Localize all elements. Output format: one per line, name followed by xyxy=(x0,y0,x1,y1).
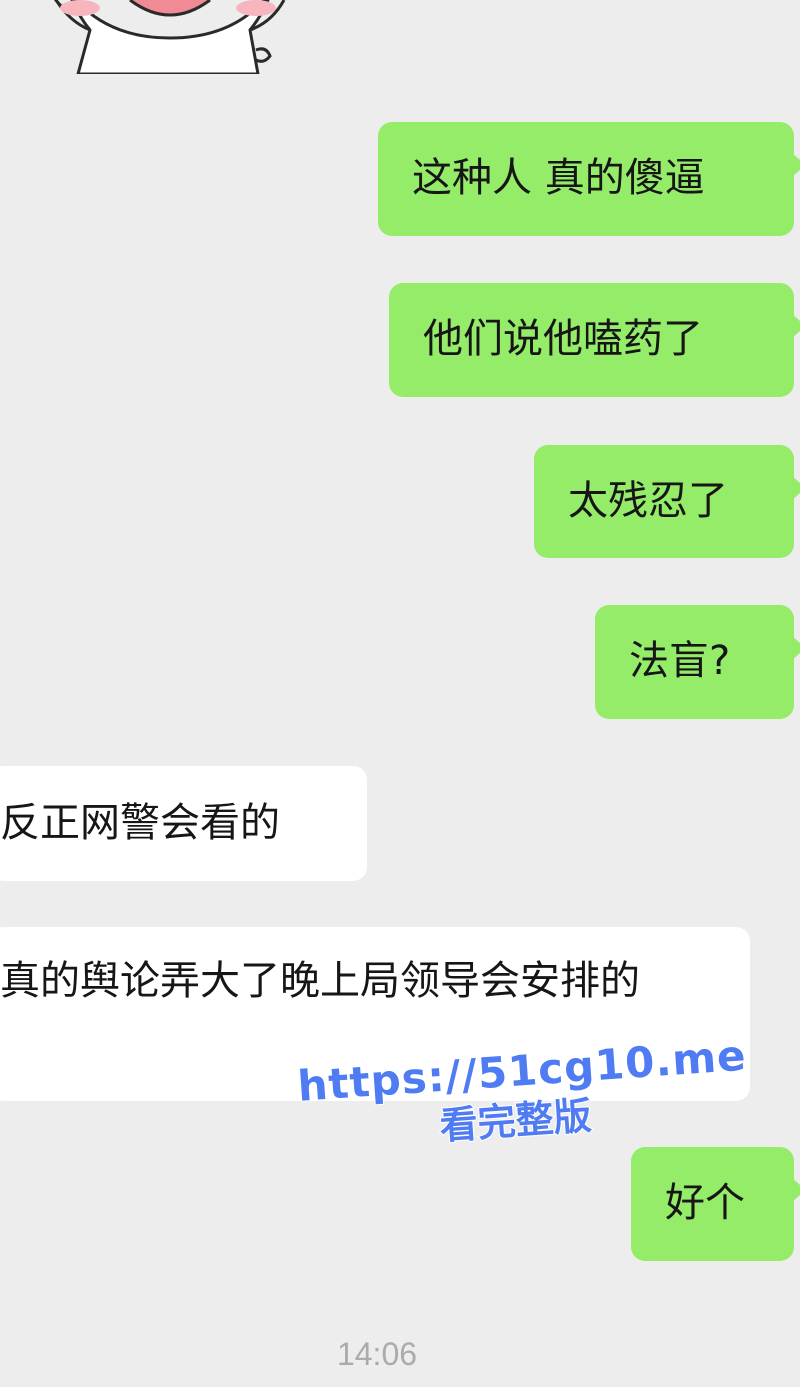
outgoing-message-bubble[interactable]: 他们说他嗑药了 xyxy=(389,283,800,397)
message-text: 好个 xyxy=(665,1180,745,1226)
incoming-message-bubble[interactable]: 反正网警会看的 xyxy=(0,766,367,881)
message-text: 真的舆论弄大了晚上局领导会安排的 xyxy=(0,958,640,1004)
bubble-tail xyxy=(793,477,800,499)
bubble-tail xyxy=(793,1179,800,1201)
bunny-sticker-icon[interactable] xyxy=(50,0,290,76)
message-text: 反正网警会看的 xyxy=(0,800,280,846)
message-text: 他们说他嗑药了 xyxy=(423,316,703,362)
message-text: 这种人 真的傻逼 xyxy=(412,155,705,201)
bubble-tail xyxy=(793,154,800,176)
outgoing-message-bubble[interactable]: 法盲? xyxy=(595,605,800,719)
bubble-tail xyxy=(793,315,800,337)
message-text: 法盲? xyxy=(629,638,731,684)
message-timestamp: 14:06 xyxy=(336,1336,418,1372)
outgoing-message-bubble[interactable]: 这种人 真的傻逼 xyxy=(378,122,800,236)
outgoing-message-bubble[interactable]: 太残忍了 xyxy=(534,445,800,558)
outgoing-message-bubble[interactable]: 好个 xyxy=(631,1147,800,1261)
message-text: 太残忍了 xyxy=(568,478,728,524)
bubble-tail xyxy=(793,637,800,659)
